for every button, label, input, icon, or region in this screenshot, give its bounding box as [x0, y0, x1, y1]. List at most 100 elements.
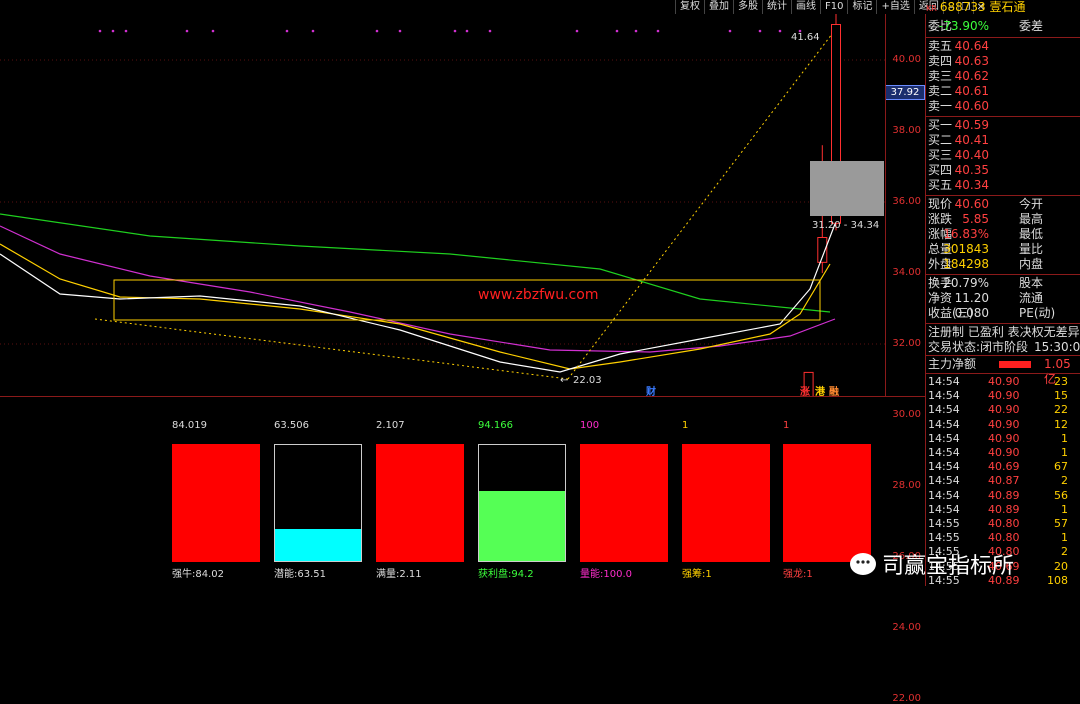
ask-row: 卖二 40.61	[926, 84, 1080, 99]
marker-dot	[375, 29, 379, 33]
bid-label: 买五	[928, 178, 953, 192]
tick-price: 40.87	[988, 474, 1020, 488]
ask-price: 40.64	[954, 39, 989, 53]
indicator-value: 100	[580, 420, 600, 431]
stat-label-2: PE(动)	[1019, 306, 1056, 320]
toolbar-button[interactable]: 多股	[733, 0, 762, 14]
tick-row: 14:54 40.90 12	[926, 418, 1080, 432]
marker-dot	[211, 29, 215, 33]
tick-row: 14:55 40.80 57	[926, 517, 1080, 531]
ask-price: 40.60	[954, 99, 989, 113]
toolbar-button[interactable]: +自选	[876, 0, 913, 14]
stat-label: 净资	[928, 291, 953, 305]
toolbar-button[interactable]: 统计	[762, 0, 791, 14]
stat-value: 5.85	[962, 212, 989, 226]
tick-row: 14:54 40.89 56	[926, 489, 1080, 503]
indicator-value: 84.019	[172, 420, 207, 431]
tick-row: 14:54 40.90 23	[926, 375, 1080, 389]
indicator-bar	[172, 444, 260, 562]
toolbar-button[interactable]: 画线	[791, 0, 820, 14]
stat-value: 301843	[943, 242, 989, 256]
tick-time: 14:54	[928, 403, 960, 417]
bid-price: 40.41	[954, 133, 989, 147]
brand-watermark: 司赢宝指标所	[850, 548, 1014, 580]
indicator-bar-fill	[275, 528, 361, 561]
event-badge: 港	[815, 385, 826, 396]
toolbar-button[interactable]: 标记	[847, 0, 876, 14]
toolbar-button[interactable]: F10	[820, 0, 847, 14]
ask-row: 卖三 40.62	[926, 69, 1080, 84]
toolbar-button[interactable]: 复权	[675, 0, 704, 14]
indicator-label: 潜能:63.51	[274, 569, 326, 580]
bid-price: 40.40	[954, 148, 989, 162]
marker-dot	[111, 29, 115, 33]
stat-row: 涨跌 5.85 最高	[926, 212, 1080, 227]
tick-volume: 22	[1054, 403, 1068, 417]
tick-time: 14:54	[928, 488, 960, 502]
stat-value: 20.79%	[943, 276, 989, 290]
stat-value: 0.080	[954, 306, 989, 320]
tick-row: 14:54 40.89 1	[926, 503, 1080, 517]
indicator-label: 强筹:1	[682, 569, 712, 580]
trend-line	[567, 33, 833, 380]
price-tick-label: 28.00	[892, 480, 921, 491]
brand-text: 司赢宝指标所	[882, 554, 1015, 579]
stat-value: 184298	[943, 257, 989, 271]
stat-row: 净资 11.20 流通	[926, 291, 1080, 306]
indicator-panel[interactable]: 84.019 强牛:84.02 63.506 潜能:63.51 2.107 满量:2.11…	[0, 396, 885, 586]
marker-dot	[185, 29, 189, 33]
stat-row: 换手 20.79% 股本	[926, 276, 1080, 291]
stock-code: 688733	[939, 0, 986, 14]
axis-divider	[885, 14, 886, 396]
divider	[926, 195, 1080, 196]
stat-label: 现价	[928, 197, 953, 211]
event-badge: 财	[645, 385, 656, 396]
tick-price: 40.89	[988, 502, 1020, 516]
indicator-value: 1	[783, 420, 790, 431]
tick-volume: 12	[1054, 417, 1068, 431]
indicator-bar	[682, 444, 770, 562]
toolbar-button[interactable]: 叠加	[704, 0, 733, 14]
marker-dot	[634, 29, 638, 33]
indicator-bar-fill	[172, 444, 260, 562]
tick-time: 14:54	[928, 417, 960, 431]
marker-dot	[758, 29, 762, 33]
price-tick-label: 34.00	[892, 267, 921, 278]
stat-row: 总量 301843 量比	[926, 242, 1080, 257]
indicator-bar	[376, 444, 464, 562]
indicator-label: 强牛:84.02	[172, 569, 224, 580]
indicator-label: 量能:100.0	[580, 569, 632, 580]
indicator-bar-fill	[783, 444, 871, 562]
price-tick-label: 30.00	[892, 409, 921, 420]
ask-price: 40.63	[954, 54, 989, 68]
price-tick-label: 40.00	[892, 54, 921, 65]
ask-label: 卖二	[928, 84, 953, 98]
marker-dot	[778, 29, 782, 33]
tick-row: 14:55 40.80 1	[926, 531, 1080, 545]
tick-time: 14:54	[928, 502, 960, 516]
weicha-label: 委差	[1019, 19, 1044, 33]
stat-label-2: 流通	[1019, 291, 1044, 305]
tick-time: 14:54	[928, 446, 960, 459]
tick-time: 14:54	[928, 389, 960, 403]
ask-label: 卖一	[928, 99, 953, 113]
stat-row: 外盘 184298 内盘	[926, 257, 1080, 272]
market-tag: KR	[926, 4, 937, 13]
ma10-line	[0, 243, 831, 370]
trade-status-label: 交易状态:闭市阶段	[928, 340, 1029, 354]
price-tick-label: 36.00	[892, 196, 921, 207]
marker-dot	[398, 29, 402, 33]
candlestick-chart[interactable]: 41.64 22.03 31.20 - 34.34 www.zbzfwu.com ← 财 涨…	[0, 14, 885, 396]
divider	[926, 116, 1080, 117]
current-price-marker: 37.92	[885, 85, 925, 100]
tick-row: 14:54 40.69 67	[926, 460, 1080, 474]
tick-price: 40.89	[988, 488, 1020, 502]
ask-price: 40.62	[954, 69, 989, 83]
tick-row: 14:54 40.90 22	[926, 403, 1080, 417]
stat-value: 40.60	[954, 197, 989, 211]
price-tick-label: 22.00	[892, 693, 921, 704]
bid-row: 买二 40.41	[926, 133, 1080, 148]
stat-label-2: 最高	[1019, 212, 1044, 226]
tick-price: 40.69	[988, 460, 1020, 474]
ask-row: 卖四 40.63	[926, 54, 1080, 69]
